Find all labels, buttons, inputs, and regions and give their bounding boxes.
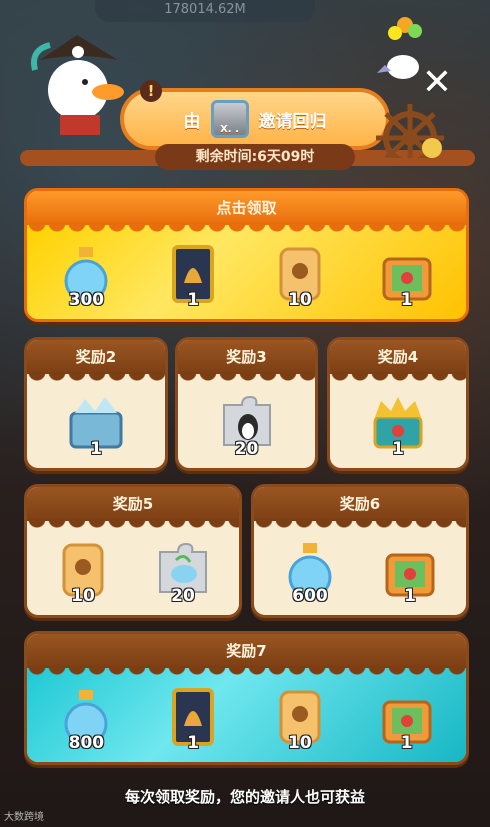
claim-card[interactable]: 点击领取 300 1 10 1 [24, 188, 469, 322]
reward-item: 1 [161, 683, 225, 753]
claim-rewards: 300 1 10 1 [27, 225, 466, 319]
item-count: 10 [71, 586, 95, 606]
reward-item: 300 [54, 240, 118, 310]
pirate-duck-icon [31, 35, 124, 135]
item-count: 1 [90, 439, 102, 459]
reward-item: 1 [375, 240, 439, 310]
reward-card-2: 奖励2 1 [24, 337, 168, 471]
item-count: 10 [288, 733, 312, 753]
reward-item: 10 [268, 240, 332, 310]
from-label: 由 [183, 111, 201, 132]
item-count: 1 [400, 733, 413, 753]
reward-title: 奖励6 [254, 487, 466, 529]
reward-title: 奖励3 [178, 340, 315, 382]
reward-item: 10 [268, 683, 332, 753]
watermark: 大数跨境 [4, 812, 44, 823]
inviter-plaque: 由 X. . 邀请回归 [120, 88, 390, 150]
item-count: 10 [288, 290, 312, 310]
reward-item: 20 [151, 536, 215, 606]
reward-item: 1 [375, 683, 439, 753]
footer-note: 每次领取奖励，您的邀请人也可获益 [124, 788, 365, 806]
reward-item: 1 [161, 240, 225, 310]
reward-card-3: 奖励3 20 [175, 337, 318, 471]
reward-items: 800 1 10 1 [27, 668, 466, 762]
item-count: 800 [68, 733, 105, 753]
reward-items: 600 1 [254, 521, 466, 615]
resource-counter: 178014.62M [95, 0, 315, 22]
reward-title: 奖励7 [27, 634, 466, 676]
reward-items: 20 [178, 374, 315, 468]
reward-card-6: 奖励6 600 1 [251, 484, 469, 618]
reward-item: 1 [378, 536, 442, 606]
reward-title: 奖励2 [27, 340, 165, 382]
item-count: 1 [404, 586, 416, 606]
item-count: 20 [171, 586, 195, 606]
invite-text: 邀请回归 [258, 111, 327, 132]
remaining-time: 剩余时间:6天09时 [155, 144, 355, 170]
reward-item: 1 [64, 389, 128, 459]
reward-item: 600 [278, 536, 342, 606]
close-button[interactable]: ✕ [420, 65, 454, 102]
reward-items: 1 [27, 374, 165, 468]
item-count: 1 [392, 439, 404, 459]
reward-title: 奖励5 [27, 487, 239, 529]
reward-card-4: 奖励4 1 [327, 337, 469, 471]
claim-title[interactable]: 点击领取 [27, 191, 466, 233]
reward-title: 奖励4 [330, 340, 466, 382]
reward-item: 10 [51, 536, 115, 606]
reward-item: 20 [215, 389, 279, 459]
reward-items: 1 [330, 374, 466, 468]
reward-card-5: 奖励5 10 20 [24, 484, 242, 618]
item-count: 1 [187, 733, 200, 753]
invite-header: 由 X. . 邀请回归 ! 剩余时间:6天09时 [20, 35, 475, 175]
item-count: 20 [234, 439, 259, 459]
item-count: 1 [400, 290, 413, 310]
inviter-avatar: X. . [210, 100, 249, 138]
ship-wheel-icon [376, 104, 444, 158]
item-count: 600 [292, 586, 328, 606]
item-count: 1 [187, 290, 200, 310]
inviter-name: X. . [220, 124, 239, 135]
reward-item: 1 [366, 389, 430, 459]
reward-item: 800 [54, 683, 118, 753]
reward-card-7: 奖励7 800 1 10 1 [24, 631, 469, 765]
reward-items: 10 20 [27, 521, 239, 615]
item-count: 300 [68, 290, 105, 310]
exclamation-icon: ! [140, 80, 162, 102]
